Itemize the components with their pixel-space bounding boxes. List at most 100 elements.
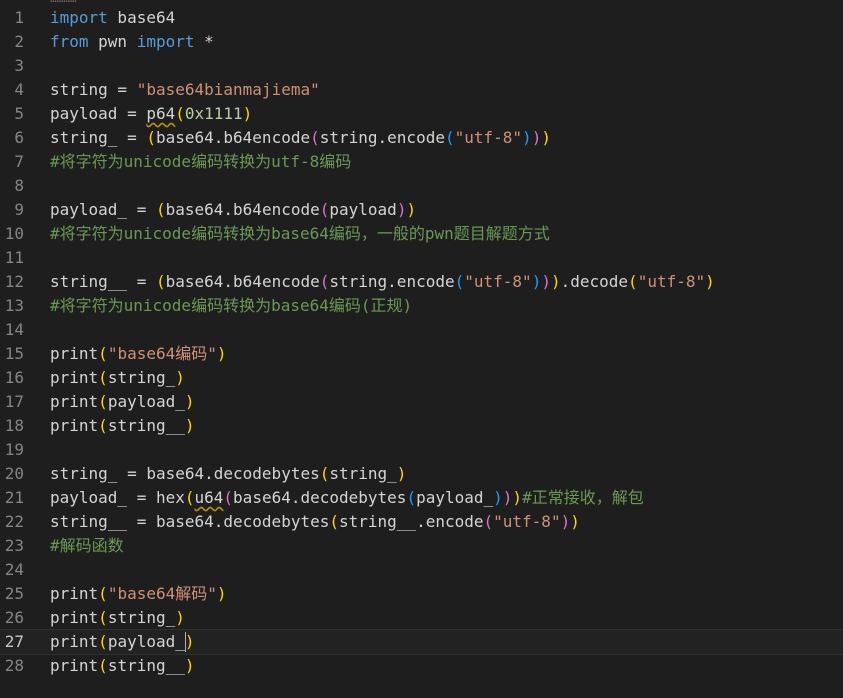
code-token: ( xyxy=(406,488,417,507)
code-line[interactable]: 9 payload_ = (base64.b64encode(payload)) xyxy=(0,198,843,222)
code-line[interactable]: 20 string_ = base64.decodebytes(string_) xyxy=(0,462,843,486)
line-number: 25 xyxy=(4,584,24,603)
code-text[interactable]: print(string_) xyxy=(50,366,185,390)
code-text[interactable]: print(string__) xyxy=(50,414,195,438)
line-number: 12 xyxy=(4,272,24,291)
code-text[interactable]: print(string_) xyxy=(50,606,185,630)
code-line[interactable]: 14 xyxy=(0,318,843,342)
code-token: p64 xyxy=(146,104,176,123)
code-token: string__ = base64.decodebytes xyxy=(50,512,330,531)
code-text[interactable]: print(string__) xyxy=(50,654,195,678)
line-number: 1 xyxy=(14,8,24,27)
code-line[interactable]: 17 print(payload_) xyxy=(0,390,843,414)
code-token: payload_ = hex xyxy=(50,488,185,507)
line-number: 22 xyxy=(4,512,24,531)
code-line[interactable]: 13 #将字符为unicode编码转换为base64编码(正规) xyxy=(0,294,843,318)
code-text[interactable]: string_ = base64.decodebytes(string_) xyxy=(50,462,406,486)
line-number: 24 xyxy=(4,560,24,579)
code-text[interactable]: import base64 xyxy=(50,6,175,30)
code-line[interactable]: 24 xyxy=(0,558,843,582)
code-editor[interactable]: ………… 1import base642from pwn import *34s… xyxy=(0,0,843,698)
code-text[interactable]: payload_ = (base64.b64encode(payload)) xyxy=(50,198,416,222)
code-text[interactable]: print("base64编码") xyxy=(50,342,227,366)
code-text[interactable]: payload_ = hex(u64(base64.decodebytes(pa… xyxy=(50,486,644,510)
code-token: ) xyxy=(184,632,195,651)
code-line[interactable]: 23 #解码函数 xyxy=(0,534,843,558)
code-token: print xyxy=(50,392,99,411)
code-token: string.encode xyxy=(319,128,445,147)
code-text[interactable]: from pwn import * xyxy=(50,30,214,54)
code-token: ( xyxy=(98,344,108,363)
code-token: print xyxy=(50,656,99,675)
code-token: ( xyxy=(155,272,166,291)
code-line[interactable]: 18 print(string__) xyxy=(0,414,843,438)
code-line[interactable]: 12 string__ = (base64.b64encode(string.en… xyxy=(0,270,843,294)
code-token: payload = xyxy=(50,104,147,123)
code-token: ) xyxy=(531,128,542,147)
code-token: .decode xyxy=(560,272,629,291)
code-token: ) xyxy=(184,416,195,435)
code-text[interactable]: print(payload_) xyxy=(50,630,195,654)
code-token: ( xyxy=(175,104,185,123)
code-token: string__ = xyxy=(50,272,156,291)
code-token: "utf-8" xyxy=(493,512,561,531)
code-token: u64 xyxy=(194,488,224,507)
code-line[interactable]: 25 print("base64解码") xyxy=(0,582,843,606)
code-text[interactable]: string__ = base64.decodebytes(string__.e… xyxy=(50,510,580,534)
code-text[interactable]: #将字符为unicode编码转换为utf-8编码 xyxy=(50,150,351,174)
code-line[interactable]: 19 xyxy=(0,438,843,462)
code-token: ( xyxy=(98,632,108,651)
code-token: ( xyxy=(146,128,156,147)
code-token: ( xyxy=(628,272,638,291)
code-text[interactable]: #将字符为unicode编码转换为base64编码，一般的pwn题目解题方式 xyxy=(50,222,550,246)
code-line[interactable]: 4 string = "base64bianmajiema" xyxy=(0,78,843,102)
code-line[interactable]: 3 xyxy=(0,54,843,78)
code-line[interactable]: 26 print(string_) xyxy=(0,606,843,630)
code-token: #将字符为unicode编码转换为base64编码(正规) xyxy=(50,296,413,315)
code-line[interactable]: 7 #将字符为unicode编码转换为utf-8编码 xyxy=(0,150,843,174)
code-text[interactable]: #将字符为unicode编码转换为base64编码(正规) xyxy=(50,294,412,318)
line-number: 15 xyxy=(4,344,24,363)
code-line[interactable]: 22 string__ = base64.decodebytes(string__… xyxy=(0,510,843,534)
code-token: ( xyxy=(98,368,108,387)
line-number: 21 xyxy=(4,488,24,507)
code-text[interactable]: payload = p64(0x1111) xyxy=(50,102,252,126)
code-line[interactable]: 15 print("base64编码") xyxy=(0,342,843,366)
line-number: 27 xyxy=(4,632,24,651)
code-line[interactable]: 11 xyxy=(0,246,843,270)
code-line[interactable]: 2 from pwn import * xyxy=(0,30,843,54)
code-token: base64.b64encode xyxy=(165,272,320,291)
code-line[interactable]: 6 string_ = (base64.b64encode(string.enco… xyxy=(0,126,843,150)
code-line[interactable]: 8 xyxy=(0,174,843,198)
code-text[interactable]: string = "base64bianmajiema" xyxy=(50,78,320,102)
code-token: ( xyxy=(155,200,166,219)
code-line[interactable]: 10 #将字符为unicode编码转换为base64编码，一般的pwn题目解题方式 xyxy=(0,222,843,246)
code-token: #将字符为unicode编码转换为base64编码，一般的pwn题目解题方式 xyxy=(50,224,550,243)
code-token: ) xyxy=(493,488,503,507)
code-token: ( xyxy=(98,392,108,411)
line-number: 18 xyxy=(4,416,24,435)
code-token: "base64解码" xyxy=(107,584,217,603)
code-line[interactable]: 21 payload_ = hex(u64(base64.decodebytes(… xyxy=(0,486,843,510)
code-token: payload_ = xyxy=(50,200,156,219)
line-number: 10 xyxy=(4,224,24,243)
code-text[interactable]: print("base64解码") xyxy=(50,582,227,606)
code-token: string.encode xyxy=(329,272,455,291)
code-line[interactable]: 27 print(payload_) xyxy=(0,629,843,655)
code-text[interactable]: #解码函数 xyxy=(50,534,124,558)
code-token: "utf-8" xyxy=(454,128,523,147)
code-token: ( xyxy=(329,512,339,531)
code-line[interactable]: 5 payload = p64(0x1111) xyxy=(0,102,843,126)
code-token: payload_ xyxy=(107,632,185,651)
line-number: 13 xyxy=(4,296,24,315)
code-line[interactable]: 28 print(string__) xyxy=(0,654,843,678)
line-number: 3 xyxy=(14,56,24,75)
code-line[interactable]: 16 print(string_) xyxy=(0,366,843,390)
code-line[interactable]: 1 import base64 xyxy=(0,6,843,30)
code-text[interactable]: string_ = (base64.b64encode(string.encod… xyxy=(50,126,551,150)
line-number: 14 xyxy=(4,320,24,339)
code-text[interactable]: string__ = (base64.b64encode(string.enco… xyxy=(50,270,715,294)
line-number: 4 xyxy=(14,80,24,99)
code-token: print xyxy=(50,416,99,435)
code-text[interactable]: print(payload_) xyxy=(50,390,195,414)
